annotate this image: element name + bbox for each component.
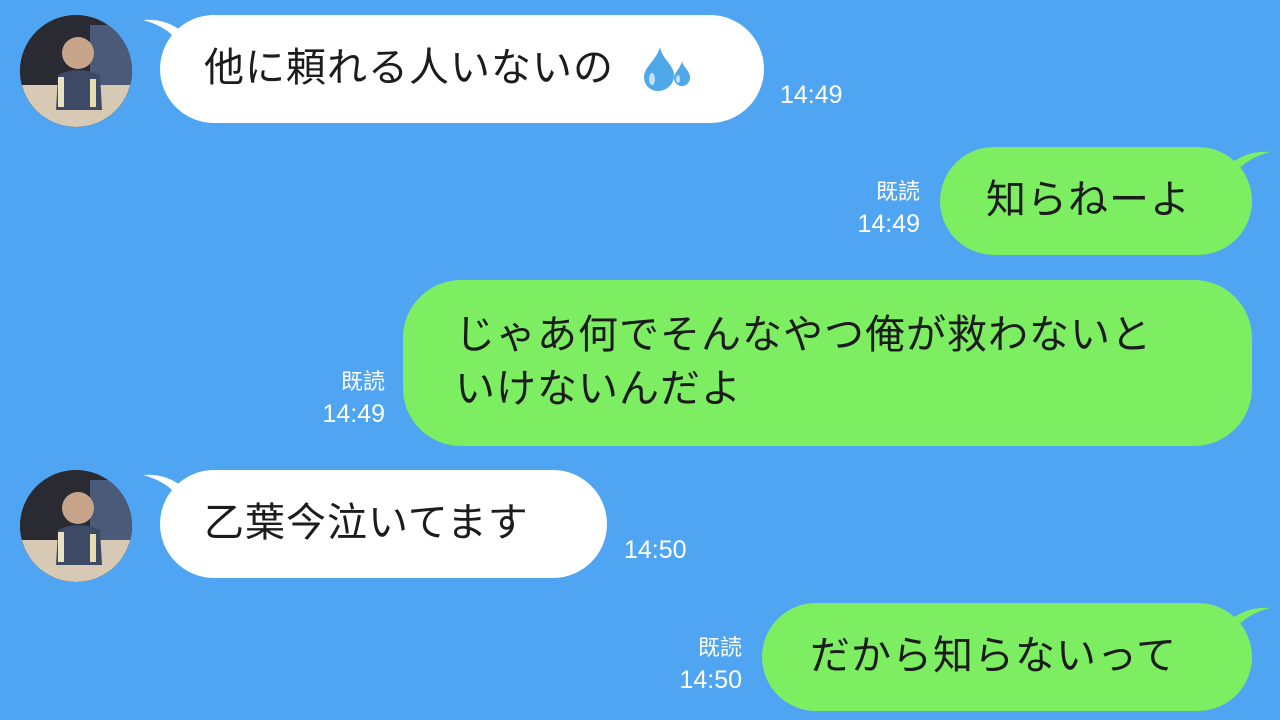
outgoing-bubble-tail — [1230, 151, 1270, 182]
avatar-photo-icon — [20, 470, 132, 582]
message-text: だから知らないって — [810, 633, 1177, 679]
outgoing-message-bubble[interactable]: だから知らないって — [762, 603, 1252, 711]
sweat-droplets-emoji-icon — [638, 43, 694, 97]
incoming-message-bubble[interactable]: 乙葉今泣いてます — [160, 470, 607, 578]
read-receipt: 既読 — [875, 180, 920, 205]
message-timestamp: 14:49 — [780, 81, 843, 109]
avatar-photo-icon — [20, 15, 132, 127]
message-text: 知らねーよ — [986, 177, 1191, 223]
incoming-bubble-tail — [143, 19, 183, 50]
message-text-line-1: じゃあ何でそんなやつ俺が救わないと — [455, 312, 1152, 358]
message-timestamp: 14:49 — [857, 210, 920, 238]
outgoing-message-bubble[interactable]: じゃあ何でそんなやつ俺が救わないと いけないんだよ — [403, 280, 1252, 446]
incoming-bubble-tail — [143, 474, 183, 505]
chat-window: 他に頼れる人いないの 14:49 既読 14:49 知らねーよ 既読 14:49… — [0, 0, 1280, 720]
outgoing-message-bubble[interactable]: 知らねーよ — [940, 147, 1252, 255]
message-text: 乙葉今泣いてます — [204, 500, 529, 546]
outgoing-bubble-tail — [1230, 607, 1270, 638]
message-timestamp: 14:49 — [322, 400, 385, 428]
message-meta: 既読 14:50 — [642, 634, 742, 696]
message-meta: 既読 14:49 — [820, 178, 920, 240]
message-text-line-2: いけないんだよ — [455, 366, 742, 412]
message-timestamp: 14:50 — [624, 536, 687, 564]
message-timestamp: 14:50 — [679, 666, 742, 694]
sender-avatar[interactable] — [20, 470, 132, 582]
message-text: 他に頼れる人いないの — [204, 45, 614, 91]
incoming-message-bubble[interactable]: 他に頼れる人いないの — [160, 15, 764, 123]
read-receipt: 既読 — [697, 636, 742, 661]
message-meta: 既読 14:49 — [285, 368, 385, 430]
sender-avatar[interactable] — [20, 15, 132, 127]
read-receipt: 既読 — [340, 370, 385, 395]
